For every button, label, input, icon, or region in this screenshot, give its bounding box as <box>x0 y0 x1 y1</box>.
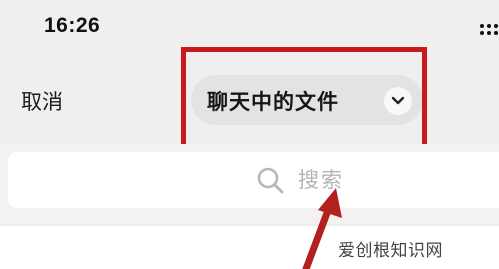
status-time: 16:26 <box>44 14 101 37</box>
watermark: 爱创根知识网 <box>338 241 443 261</box>
search-input[interactable] <box>8 152 499 208</box>
annotation-highlight-box <box>181 47 427 150</box>
signal-dots-icon <box>480 24 499 36</box>
cancel-button[interactable]: 取消 <box>21 86 63 116</box>
search-icon <box>257 167 284 194</box>
search-placeholder: 搜索 <box>298 168 344 192</box>
